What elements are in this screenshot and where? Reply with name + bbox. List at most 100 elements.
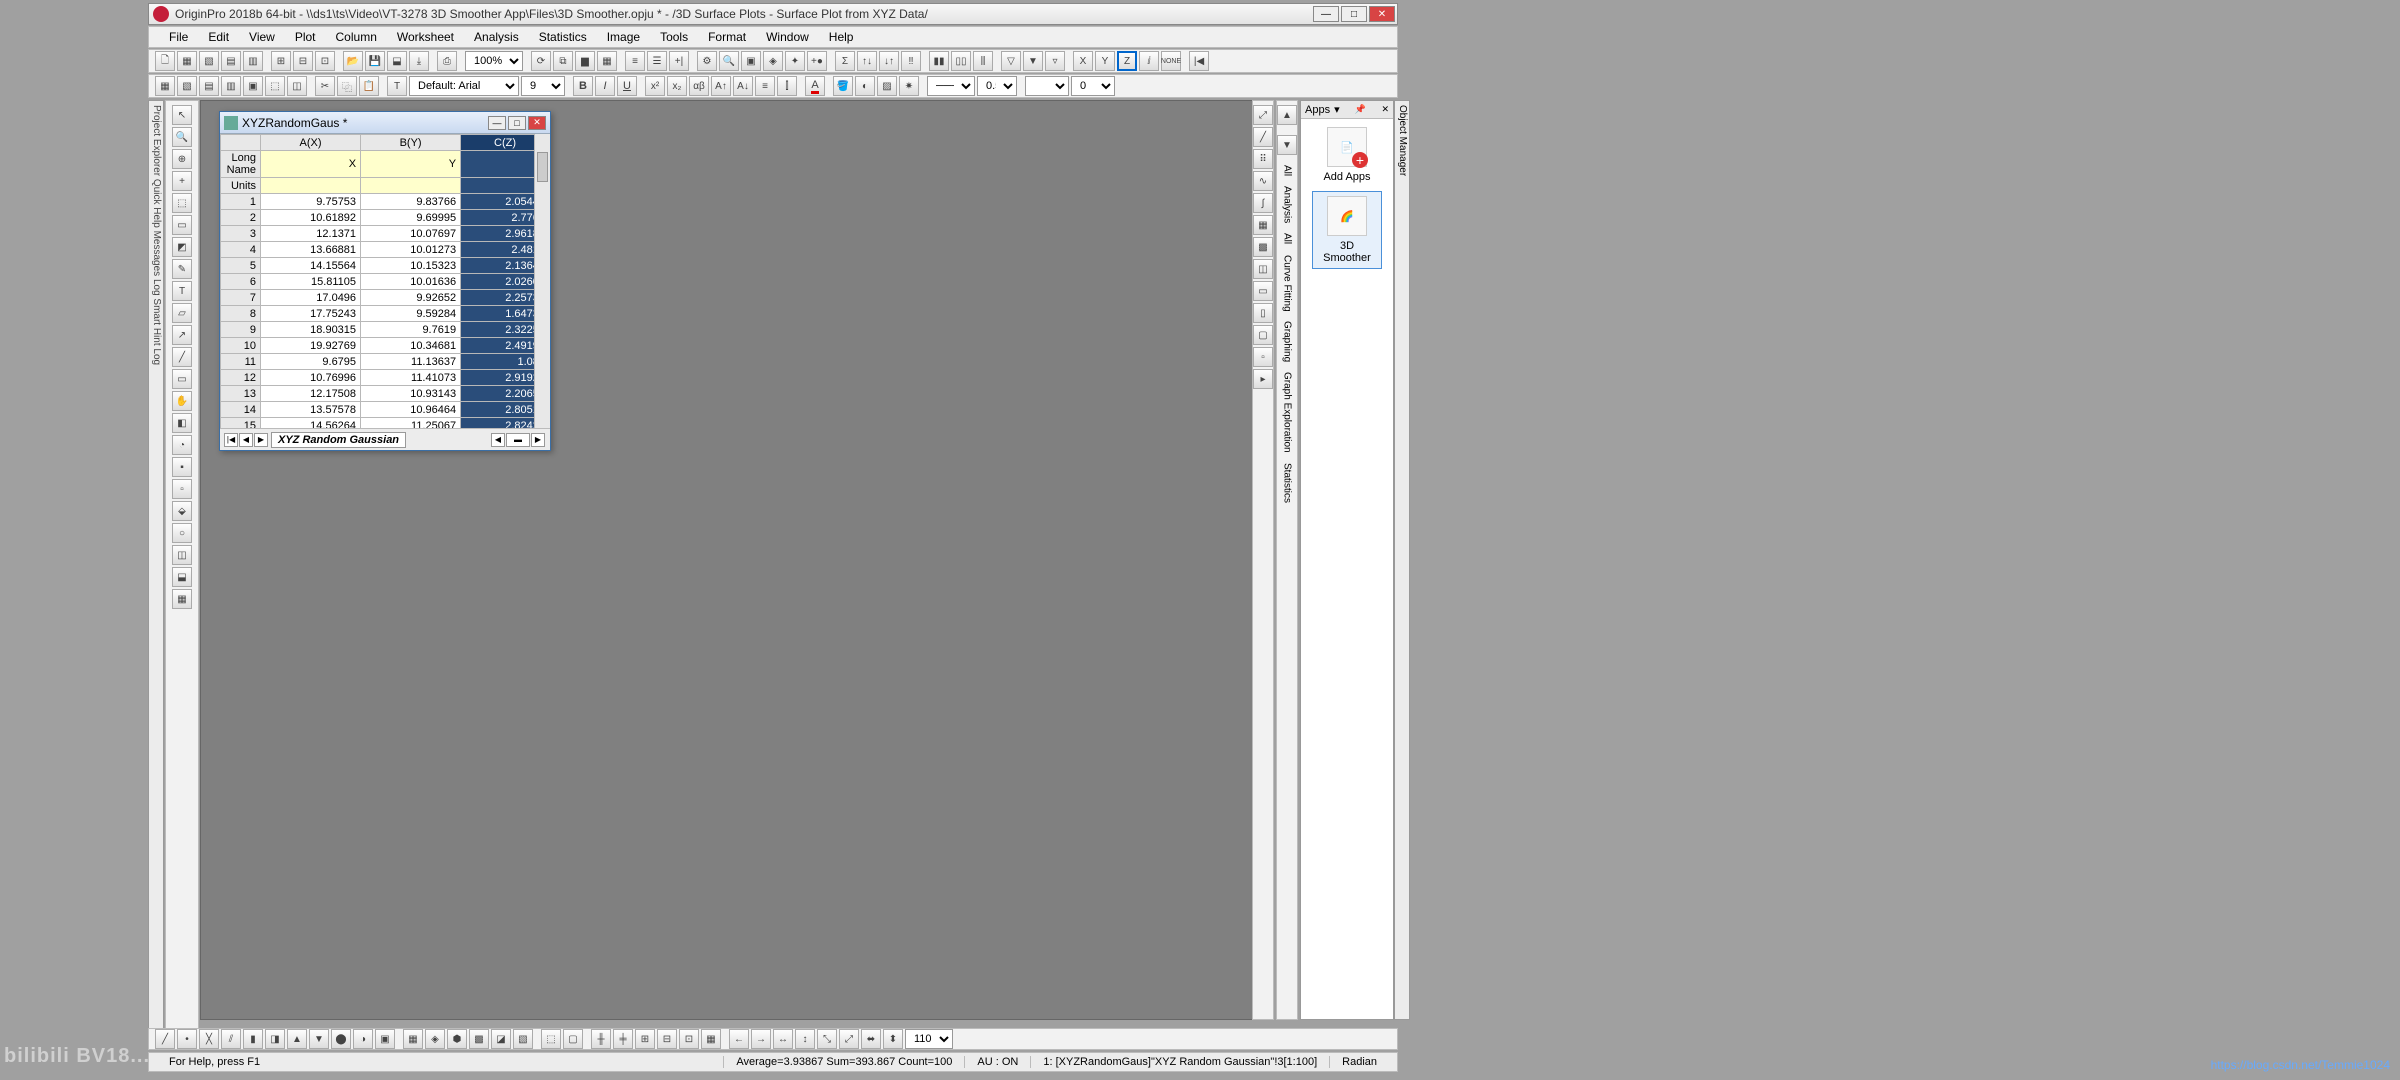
row-number[interactable]: 10 [221,338,261,354]
worksheet-window[interactable]: XYZRandomGaus * — □ ✕ A(X)B(Y)C(Z)Long N… [219,111,551,451]
minimize-button[interactable]: — [1313,6,1339,22]
ws5-icon[interactable]: ▣ [243,76,263,96]
roi-icon[interactable]: ▭ [172,215,192,235]
maximize-button[interactable]: □ [1341,6,1367,22]
y-icon[interactable]: Y [1095,51,1115,71]
row-number[interactable]: 8 [221,306,261,322]
menu-image[interactable]: Image [599,28,648,46]
sheet-tab[interactable]: XYZ Random Gaussian [271,432,406,448]
menu-statistics[interactable]: Statistics [531,28,595,46]
zoom-tool-icon[interactable]: 🔍 [172,127,192,147]
heat-icon[interactable]: ▩ [1253,237,1273,257]
p15-icon[interactable]: ▩ [469,1029,489,1049]
units-cell[interactable] [361,178,461,194]
rescale-icon[interactable]: ⤢ [1253,105,1273,125]
menu-tools[interactable]: Tools [652,28,696,46]
cat-analysis[interactable]: Analysis [1282,186,1293,223]
layer-icon[interactable]: ▭ [1253,281,1273,301]
x-icon[interactable]: X [1073,51,1093,71]
sub-icon[interactable]: x₂ [667,76,687,96]
pattern-select[interactable] [1025,76,1069,96]
angle-select[interactable]: 0 [1071,76,1115,96]
row-number[interactable]: 11 [221,354,261,370]
data-cell[interactable]: 10.76996 [261,370,361,386]
region-icon[interactable]: ◧ [172,413,192,433]
apps-pin-icon[interactable]: 📌 [1355,104,1366,115]
zoom-select[interactable]: 100% [465,51,523,71]
results-icon[interactable]: ▣ [741,51,761,71]
up-icon[interactable]: ▲ [1277,105,1297,125]
longname-cell[interactable]: X [261,151,361,178]
legend-icon[interactable]: ◫ [1253,259,1273,279]
mask-icon[interactable]: ◩ [172,237,192,257]
font-size-select[interactable]: 9 [521,76,565,96]
print-icon[interactable]: ⎙ [437,51,457,71]
sort-desc-icon[interactable]: ↓↑ [879,51,899,71]
row-number[interactable]: 12 [221,370,261,386]
label-icon[interactable]: ⅈ [1139,51,1159,71]
p27-icon[interactable]: → [751,1029,771,1049]
p6-icon[interactable]: ◨ [265,1029,285,1049]
cat-curve[interactable]: Curve Fitting [1282,255,1293,312]
reader-icon[interactable]: ⊕ [172,149,192,169]
font-btn-icon[interactable]: T [387,76,407,96]
p5-icon[interactable]: ▮ [243,1029,263,1049]
cat-explore[interactable]: Graph Exploration [1282,372,1293,453]
p20-icon[interactable]: ╫ [591,1029,611,1049]
p3-icon[interactable]: ╳ [199,1029,219,1049]
data-cell[interactable]: 19.92769 [261,338,361,354]
row-number[interactable]: 14 [221,402,261,418]
select-icon[interactable]: ⬚ [172,193,192,213]
data-cell[interactable]: 10.01273 [361,242,461,258]
annotation-icon[interactable]: ▱ [172,303,192,323]
ws3-icon[interactable]: ▤ [199,76,219,96]
data-cell[interactable]: 14.56264 [261,418,361,429]
row-number[interactable]: 5 [221,258,261,274]
arrow-icon[interactable]: ↗ [172,325,192,345]
col-header[interactable]: A(X) [261,135,361,151]
line-icon[interactable]: ╱ [172,347,192,367]
pointer-icon[interactable]: ↖ [172,105,192,125]
first-icon[interactable]: |◀ [1189,51,1209,71]
row-number[interactable]: 6 [221,274,261,290]
data-cell[interactable]: 9.83766 [361,194,461,210]
add-apps-item[interactable]: 📄 Add Apps [1312,127,1382,183]
menu-worksheet[interactable]: Worksheet [389,28,462,46]
bold-icon[interactable]: B [573,76,593,96]
data-cell[interactable]: 9.6795 [261,354,361,370]
cat-all2[interactable]: All [1282,233,1293,244]
p14-icon[interactable]: ⬢ [447,1029,467,1049]
p32-icon[interactable]: ⬌ [861,1029,881,1049]
data-reader-icon[interactable]: + [172,171,192,191]
new-matrix-icon[interactable]: ▤ [221,51,241,71]
add-col-icon[interactable]: +| [669,51,689,71]
data-cell[interactable]: 11.41073 [361,370,461,386]
fill-color-icon[interactable]: 🪣 [833,76,853,96]
light-icon[interactable]: ✷ [899,76,919,96]
misc5-icon[interactable]: ⬓ [172,567,192,587]
p30-icon[interactable]: ⤡ [817,1029,837,1049]
filter-icon[interactable]: ▽ [1001,51,1021,71]
p33-icon[interactable]: ⬍ [883,1029,903,1049]
line-style-select[interactable]: ─── [927,76,975,96]
decrease-font-icon[interactable]: A↓ [733,76,753,96]
recalc-icon[interactable]: ≡ [625,51,645,71]
underline-icon[interactable]: U [617,76,637,96]
data-cell[interactable]: 9.59284 [361,306,461,322]
chart-icon[interactable]: ⫼ [973,51,993,71]
find-icon[interactable]: 🔍 [719,51,739,71]
data-cell[interactable]: 17.75243 [261,306,361,322]
tab-next-icon[interactable]: ▶ [254,433,268,447]
p8-icon[interactable]: ▼ [309,1029,329,1049]
row-number[interactable]: 15 [221,418,261,429]
pie-icon[interactable]: ◔ [172,435,192,455]
hscroll-thumb[interactable]: ▬ [506,433,530,447]
p4-icon[interactable]: ⫽ [221,1029,241,1049]
none-icon[interactable]: NONE [1161,51,1181,71]
circle-icon[interactable]: ○ [172,523,192,543]
bar-chart-icon[interactable]: ▮▮ [929,51,949,71]
ws1-icon[interactable]: ▦ [155,76,175,96]
misc4-icon[interactable]: ◫ [172,545,192,565]
app-center-icon[interactable]: ✦ [785,51,805,71]
cat-all[interactable]: All [1282,165,1293,176]
